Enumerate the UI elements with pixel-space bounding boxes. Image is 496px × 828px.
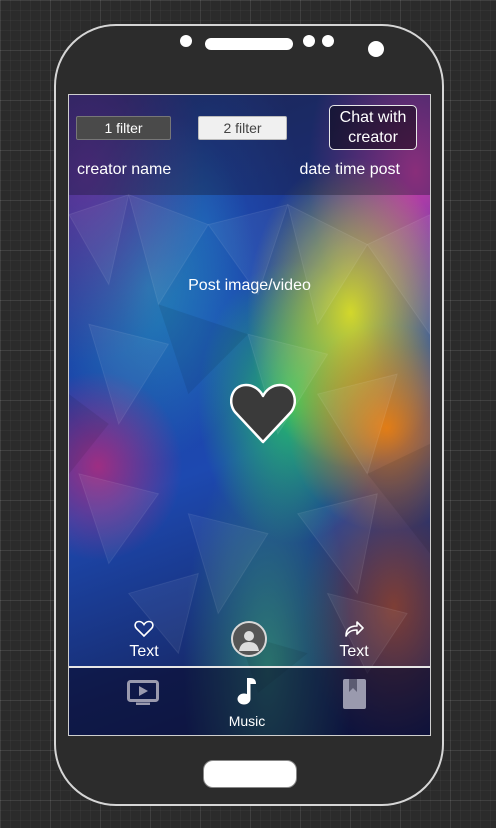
- nav-music-tab[interactable]: Music: [221, 676, 273, 729]
- chat-with-creator-button[interactable]: Chat with creator: [329, 105, 417, 150]
- music-note-icon: [237, 678, 256, 705]
- post-media-placeholder[interactable]: Post image/video: [69, 277, 430, 295]
- earpiece-speaker: [205, 38, 293, 50]
- sensor-dot-right: [322, 35, 334, 47]
- filter-one-button[interactable]: 1 filter: [76, 116, 171, 140]
- nav-music-label: Music: [228, 713, 266, 729]
- bookmark-book-icon: [343, 679, 366, 709]
- share-action[interactable]: Text: [314, 620, 394, 661]
- home-button[interactable]: [203, 760, 297, 788]
- creator-avatar[interactable]: [231, 621, 267, 657]
- front-camera-dot: [180, 35, 192, 47]
- user-silhouette-icon: [239, 631, 259, 651]
- nav-library-tab[interactable]: [342, 678, 368, 715]
- video-player-icon: [127, 680, 159, 705]
- nav-video-tab[interactable]: [127, 680, 159, 711]
- share-arrow-icon: [345, 621, 364, 637]
- heart-outline-icon: [134, 620, 154, 638]
- post-date-time: date time post: [299, 161, 401, 178]
- like-action[interactable]: Text: [104, 620, 184, 661]
- filter-two-button[interactable]: 2 filter: [198, 116, 287, 140]
- phone-screen: 1 filter 2 filter Chat with creator crea…: [68, 94, 431, 736]
- like-count-label: Text: [129, 643, 159, 660]
- proximity-sensor: [368, 41, 384, 57]
- bottom-navigation: Music: [69, 668, 430, 735]
- creator-name[interactable]: creator name: [77, 161, 171, 179]
- like-heart-icon[interactable]: [230, 382, 296, 444]
- sensor-dot-left: [303, 35, 315, 47]
- share-count-label: Text: [339, 643, 369, 660]
